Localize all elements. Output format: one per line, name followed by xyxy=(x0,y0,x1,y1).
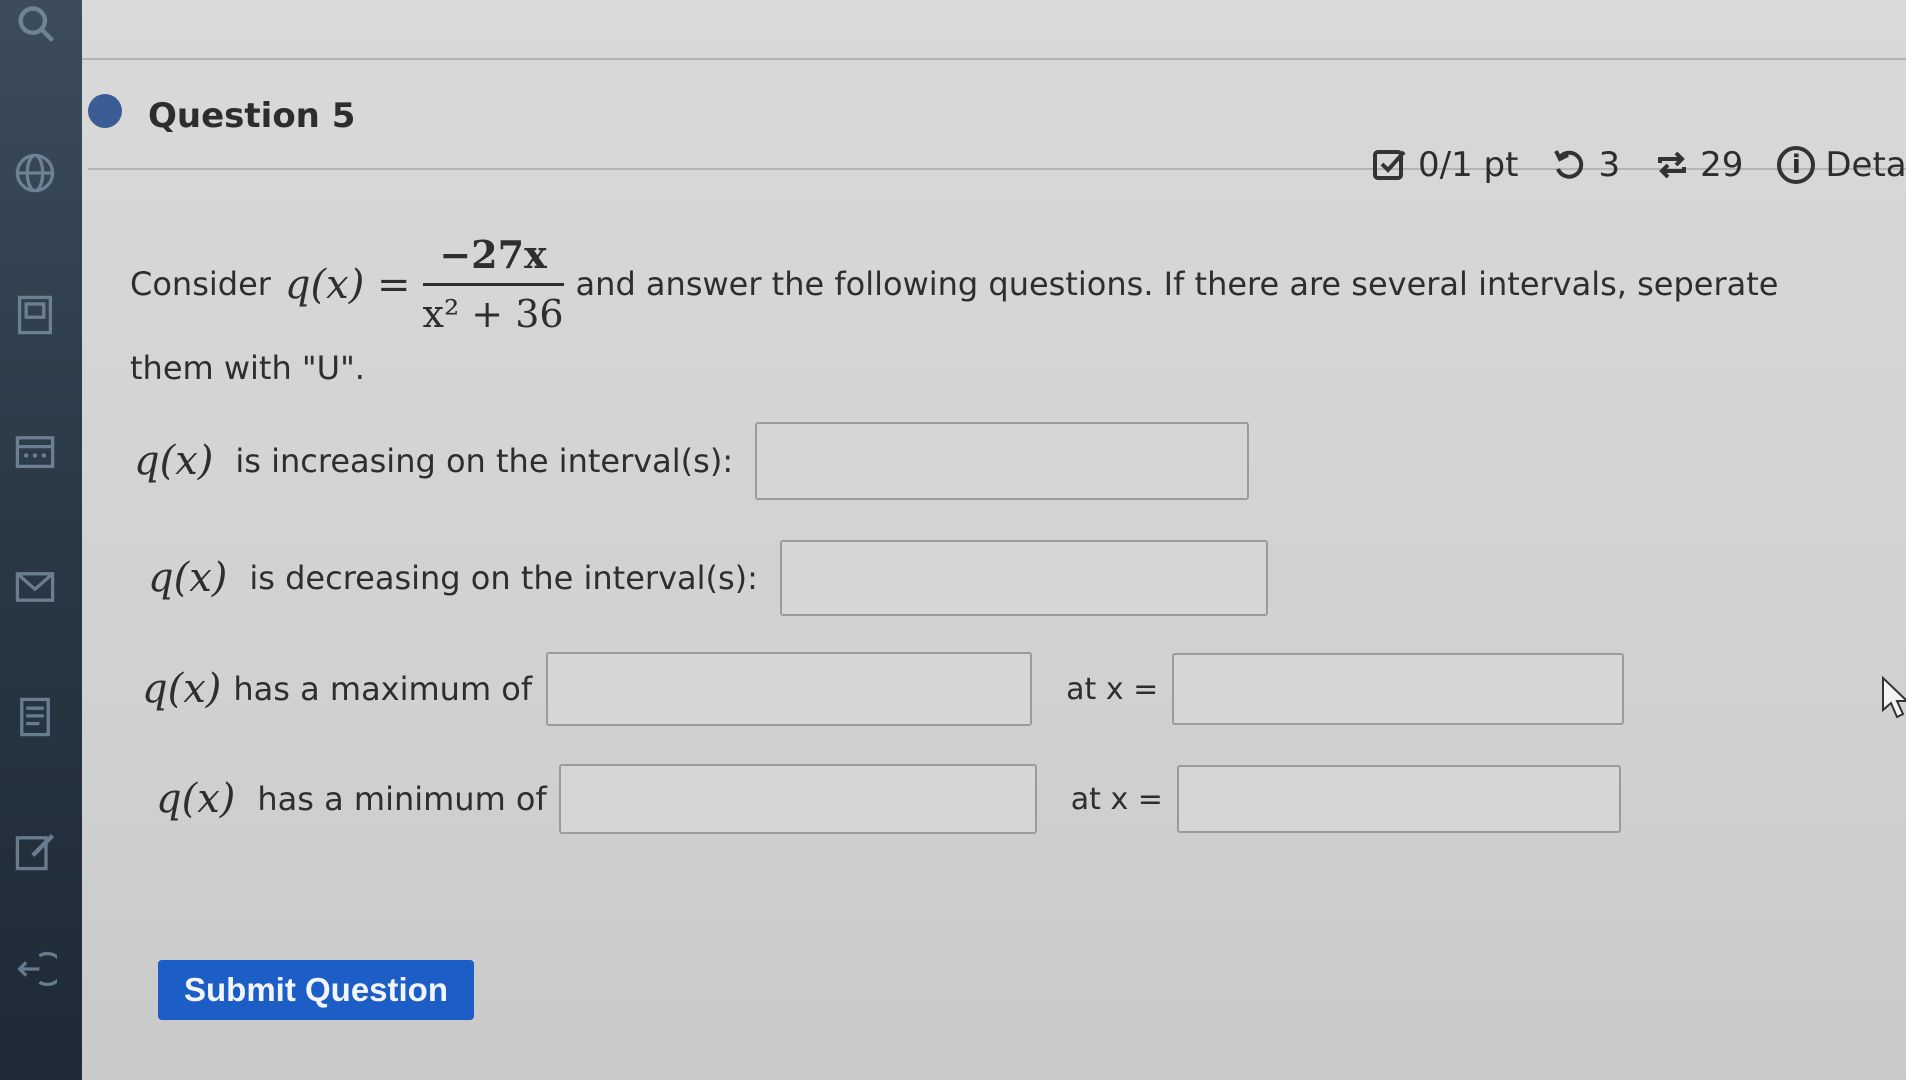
function-fraction: −27x x² + 36 xyxy=(422,230,564,340)
undo-icon[interactable] xyxy=(1552,147,1588,183)
decreasing-label: is decreasing on the interval(s): xyxy=(249,559,758,597)
decreasing-row: q(x) is decreasing on the interval(s): xyxy=(148,540,1268,616)
function-label: q(x) xyxy=(148,555,228,601)
increasing-input[interactable] xyxy=(755,422,1250,500)
prompt-consider: Consider xyxy=(130,265,271,304)
info-icon[interactable]: i xyxy=(1777,146,1816,184)
edit-icon[interactable] xyxy=(10,826,60,876)
at-x-label: at x = xyxy=(1066,671,1159,707)
sidebar xyxy=(0,0,82,1080)
question-title: Question 5 xyxy=(148,96,356,136)
details-link[interactable]: Details xyxy=(1825,145,1906,185)
function-label: q(x) xyxy=(134,438,214,484)
book-icon[interactable] xyxy=(10,290,60,340)
prompt-text-line2: them with "U". xyxy=(130,348,365,387)
fraction-denominator: x² + 36 xyxy=(422,292,564,337)
attempts-count: 3 xyxy=(1598,145,1621,185)
question-prompt: Consider q(x) = −27x x² + 36 and answer … xyxy=(130,230,1870,389)
question-meta: 0/1 pt 3 29 i Details xyxy=(1372,142,1906,188)
decreasing-input[interactable] xyxy=(779,540,1268,616)
function-lhs: q(x) = xyxy=(284,261,411,308)
checkbox-icon xyxy=(1372,147,1408,183)
submit-question-button[interactable]: Submit Question xyxy=(158,960,474,1020)
minimum-row: q(x) has a minimum of at x = xyxy=(156,764,1621,834)
function-label: q(x) xyxy=(142,666,222,712)
retries-count: 29 xyxy=(1700,145,1744,185)
points-label: 0/1 pt xyxy=(1418,145,1519,185)
increasing-row: q(x) is increasing on the interval(s): xyxy=(134,422,1250,500)
repeat-icon[interactable] xyxy=(1654,147,1690,183)
maximum-row: q(x) has a maximum of at x = xyxy=(142,652,1625,726)
divider xyxy=(82,58,1906,60)
status-dot xyxy=(88,94,122,128)
mouse-cursor-icon xyxy=(1882,676,1906,719)
minimum-value-input[interactable] xyxy=(558,764,1037,834)
mail-icon[interactable] xyxy=(10,562,60,612)
fraction-numerator: −27x xyxy=(439,232,547,277)
increasing-label: is increasing on the interval(s): xyxy=(235,442,734,480)
prompt-text: and answer the following questions. If t… xyxy=(575,265,1779,304)
logout-icon[interactable] xyxy=(10,944,60,994)
globe-icon[interactable] xyxy=(10,148,60,198)
question-panel: Question 5 0/1 pt 3 29 i Details Conside… xyxy=(82,0,1906,1080)
function-label: q(x) xyxy=(156,776,236,822)
at-x-label: at x = xyxy=(1070,781,1163,817)
maximum-x-input[interactable] xyxy=(1172,653,1625,725)
minimum-label: has a minimum of xyxy=(257,780,547,818)
maximum-value-input[interactable] xyxy=(546,652,1033,726)
search-icon[interactable] xyxy=(10,0,60,50)
calendar-icon[interactable] xyxy=(10,426,60,476)
maximum-label: has a maximum of xyxy=(233,670,533,708)
notes-icon[interactable] xyxy=(10,692,60,742)
minimum-x-input[interactable] xyxy=(1176,765,1621,833)
